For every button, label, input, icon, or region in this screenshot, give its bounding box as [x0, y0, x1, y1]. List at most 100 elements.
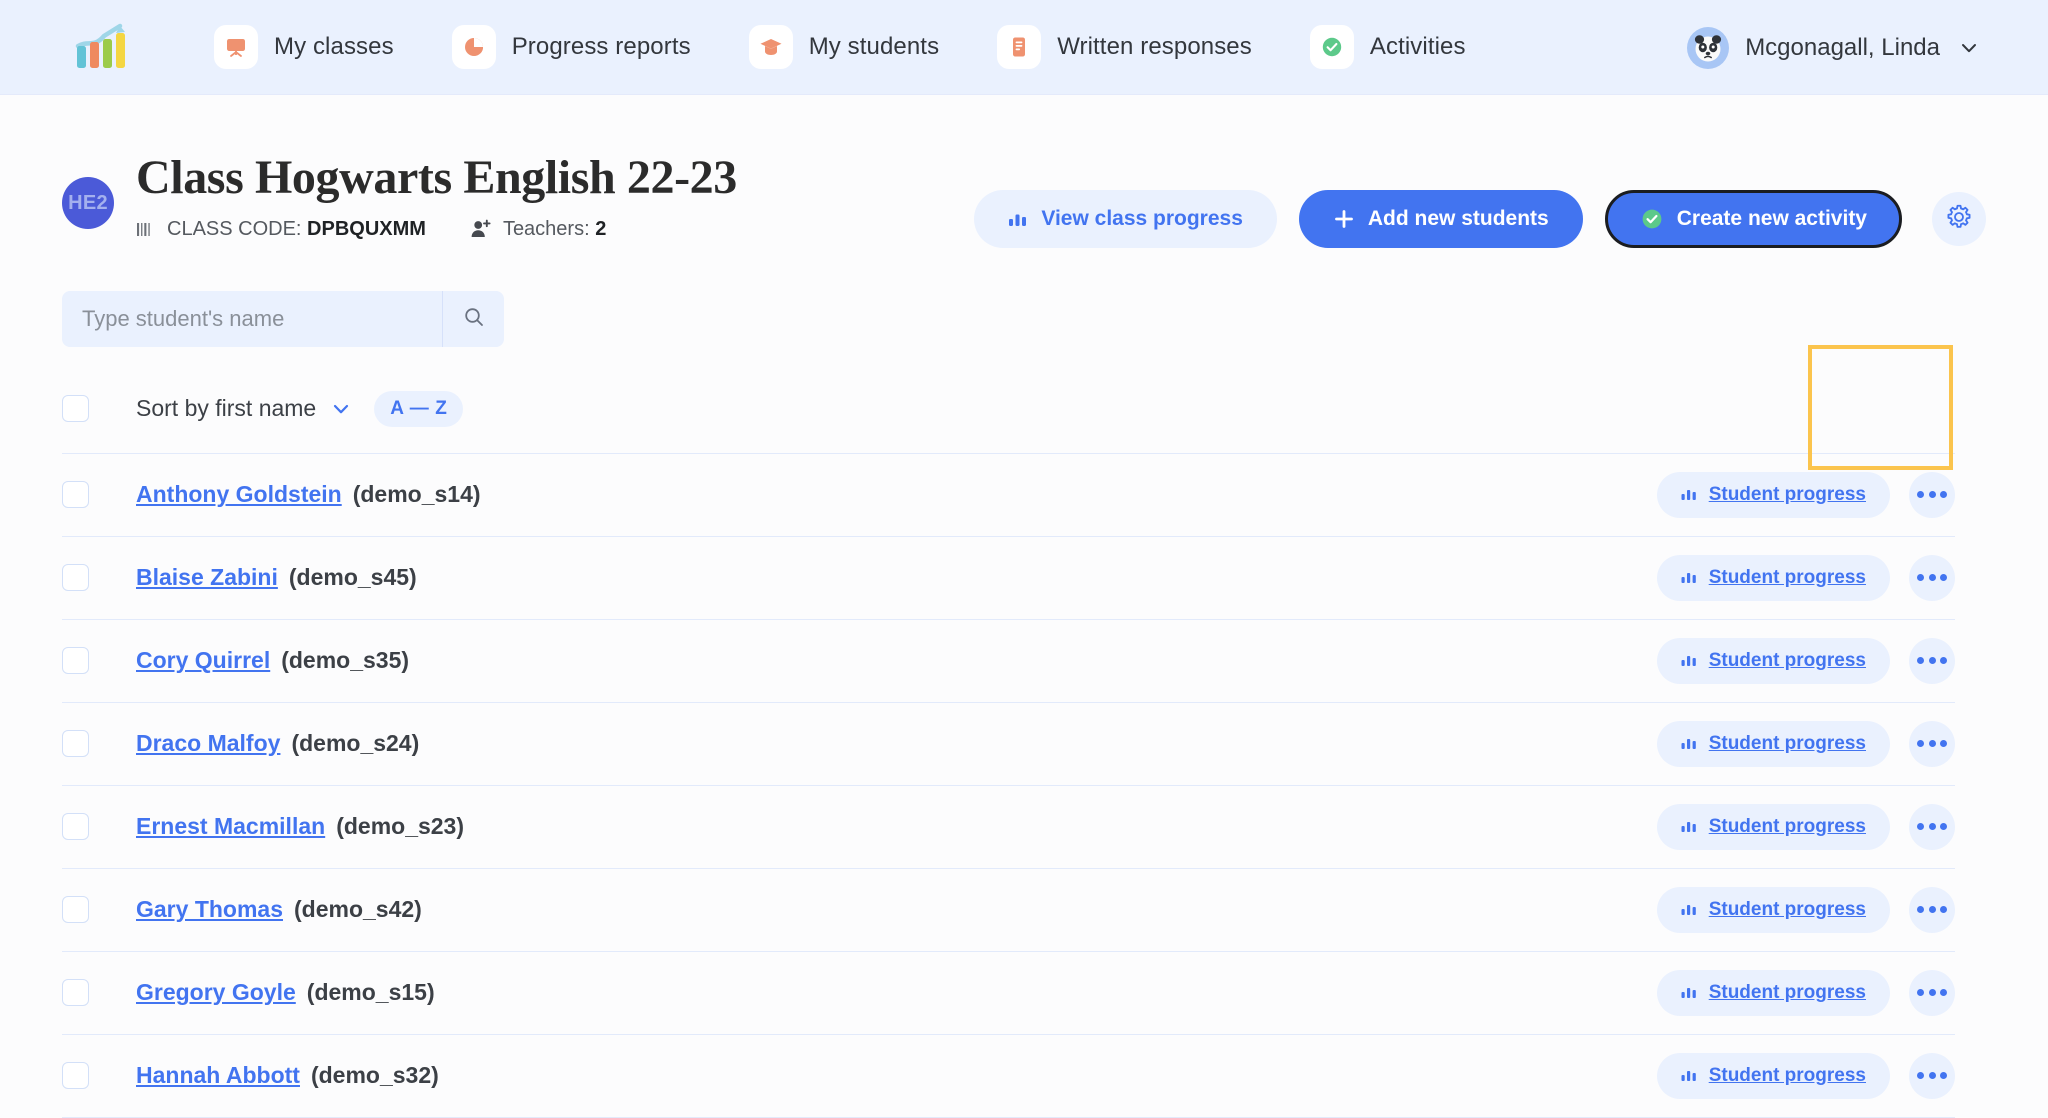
user-menu[interactable]: Mcgonagall, Linda [1687, 0, 1980, 95]
ellipsis-icon [1915, 657, 1949, 665]
class-settings-button[interactable] [1932, 192, 1986, 246]
row-more-menu-button[interactable] [1909, 554, 1955, 601]
page-title: Class Hogwarts English 22-23 [136, 151, 737, 204]
bar-chart-icon [1681, 652, 1698, 670]
search-input[interactable] [62, 290, 442, 347]
student-username: (demo_s32) [310, 1062, 439, 1089]
student-progress-button[interactable]: Student progress [1656, 803, 1890, 850]
student-progress-button[interactable]: Student progress [1656, 471, 1890, 518]
row-checkbox[interactable] [62, 730, 89, 758]
row-more-menu-button[interactable] [1909, 803, 1955, 850]
button-label: Student progress [1708, 566, 1866, 588]
row-more-menu-button[interactable] [1909, 637, 1955, 684]
row-more-menu-button[interactable] [1909, 471, 1955, 518]
student-name-link[interactable]: Draco Malfoy [136, 730, 280, 757]
student-progress-button[interactable]: Student progress [1656, 637, 1890, 684]
student-name-link[interactable]: Gary Thomas [136, 896, 283, 923]
table-row: Ernest Macmillan (demo_s23) Student prog… [62, 786, 1955, 869]
whiteboard-icon [214, 25, 258, 69]
row-checkbox[interactable] [62, 896, 89, 924]
nav-item-my-classes[interactable]: My classes [214, 25, 394, 69]
table-row: Draco Malfoy (demo_s24) Student progress [62, 703, 1955, 786]
student-progress-button[interactable]: Student progress [1656, 720, 1890, 767]
bar-chart-logo-icon[interactable] [72, 20, 134, 74]
add-new-students-button[interactable]: Add new students [1298, 190, 1583, 248]
nav-label: My students [808, 33, 940, 60]
button-label: Student progress [1708, 649, 1866, 671]
student-name-link[interactable]: Hannah Abbott [136, 1062, 300, 1089]
class-code-value: DPBQUXMM [307, 217, 426, 240]
row-actions: Student progress [1656, 637, 1955, 684]
document-list-icon [997, 25, 1042, 69]
student-name-link[interactable]: Gregory Goyle [136, 979, 296, 1006]
student-username: (demo_s14) [352, 481, 481, 508]
search-field-wrapper [62, 290, 504, 347]
student-identity: Hannah Abbott (demo_s32) [136, 1062, 439, 1089]
gear-icon [1946, 204, 1972, 235]
table-row: Anthony Goldstein (demo_s14) Student pro… [62, 454, 1955, 537]
nav-item-progress-reports[interactable]: Progress reports [451, 25, 691, 69]
ellipsis-icon [1915, 491, 1949, 499]
student-name-link[interactable]: Anthony Goldstein [136, 481, 342, 508]
student-progress-button[interactable]: Student progress [1656, 969, 1890, 1016]
teachers-label: Teachers: [502, 217, 590, 240]
student-name-link[interactable]: Blaise Zabini [136, 564, 278, 591]
bar-chart-icon [1681, 486, 1698, 504]
student-identity: Anthony Goldstein (demo_s14) [136, 481, 481, 508]
student-progress-button[interactable]: Student progress [1656, 1052, 1890, 1099]
chevron-down-icon[interactable] [1958, 37, 1980, 59]
class-code-text: CLASS CODE: DPBQUXMM [167, 218, 426, 241]
row-more-menu-button[interactable] [1909, 969, 1955, 1016]
sort-order-badge[interactable]: A — Z [374, 390, 464, 427]
row-checkbox[interactable] [62, 647, 89, 675]
row-checkbox[interactable] [62, 564, 89, 592]
nav-label: My classes [274, 33, 394, 60]
row-more-menu-button[interactable] [1909, 886, 1955, 933]
primary-nav-items: My classes Progress reports My students [214, 25, 1524, 69]
nav-item-my-students[interactable]: My students [748, 25, 940, 69]
row-checkbox[interactable] [62, 481, 89, 509]
row-more-menu-button[interactable] [1909, 720, 1955, 767]
student-name-link[interactable]: Cory Quirrel [136, 647, 270, 674]
select-all-checkbox[interactable] [62, 395, 89, 423]
row-more-menu-button[interactable] [1909, 1052, 1955, 1099]
list-toolbar: Sort by first name A — Z [62, 390, 1955, 454]
student-username: (demo_s24) [291, 730, 420, 757]
class-avatar: HE2 [62, 177, 114, 229]
student-identity: Cory Quirrel (demo_s35) [136, 647, 409, 674]
button-label: Student progress [1708, 1064, 1866, 1086]
user-name-label: Mcgonagall, Linda [1745, 33, 1940, 61]
student-name-link[interactable]: Ernest Macmillan [136, 813, 325, 840]
chevron-down-icon[interactable] [330, 398, 352, 420]
top-navigation-bar: My classes Progress reports My students [0, 0, 2048, 95]
student-username: (demo_s15) [306, 979, 435, 1006]
ellipsis-icon [1915, 574, 1949, 582]
teachers-count: 2 [595, 217, 607, 240]
bar-chart-icon [1008, 210, 1028, 228]
row-checkbox[interactable] [62, 813, 89, 841]
table-row: Cory Quirrel (demo_s35) Student progress [62, 620, 1955, 703]
graduation-cap-icon [748, 25, 793, 69]
button-label: Student progress [1708, 732, 1866, 754]
student-identity: Gary Thomas (demo_s42) [136, 896, 422, 923]
student-progress-button[interactable]: Student progress [1656, 554, 1890, 601]
row-checkbox[interactable] [62, 979, 89, 1007]
barcode-icon [136, 220, 156, 239]
search-submit-button[interactable] [442, 290, 504, 347]
sort-by-label[interactable]: Sort by first name [136, 395, 316, 422]
create-new-activity-button[interactable]: Create new activity [1604, 190, 1902, 248]
row-actions: Student progress [1656, 471, 1955, 518]
student-progress-button[interactable]: Student progress [1656, 886, 1890, 933]
student-list: Anthony Goldstein (demo_s14) Student pro… [62, 454, 1955, 1118]
nav-item-written-responses[interactable]: Written responses [997, 25, 1252, 69]
student-search [62, 290, 2048, 347]
button-label: Student progress [1708, 898, 1866, 920]
class-meta: CLASS CODE: DPBQUXMM Teachers: 2 [136, 218, 737, 241]
class-code-label: CLASS CODE: [167, 217, 302, 240]
student-username: (demo_s35) [281, 647, 410, 674]
table-row: Gary Thomas (demo_s42) Student progress [62, 869, 1955, 952]
row-checkbox[interactable] [62, 1062, 89, 1090]
view-class-progress-button[interactable]: View class progress [974, 190, 1277, 248]
table-row: Hannah Abbott (demo_s32) Student progres… [62, 1035, 1955, 1118]
nav-item-activities[interactable]: Activities [1309, 25, 1466, 69]
